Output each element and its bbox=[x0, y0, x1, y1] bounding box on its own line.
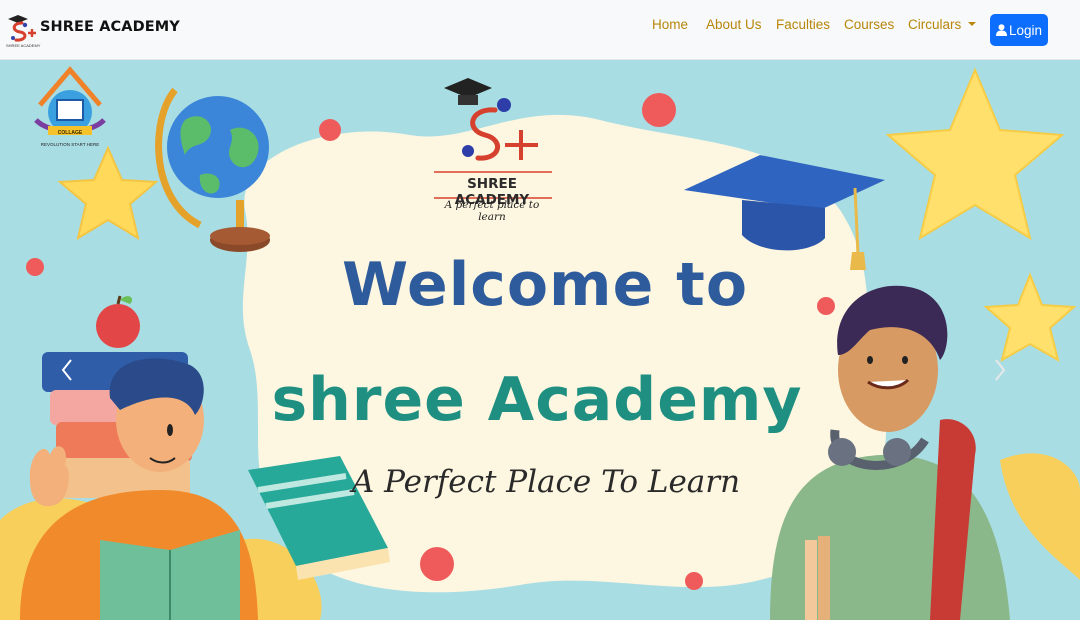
login-button[interactable]: Login bbox=[990, 14, 1048, 46]
collage-badge bbox=[34, 66, 106, 135]
chevron-right-icon bbox=[995, 359, 1006, 381]
boy-reading-illustration bbox=[20, 295, 258, 620]
nav-home[interactable]: Home bbox=[652, 17, 688, 32]
hero-illustration bbox=[0, 66, 1080, 620]
hero-tagline: A Perfect Place To Learn bbox=[351, 464, 741, 500]
nav-circulars[interactable]: Circulars bbox=[908, 17, 977, 32]
nav-circulars-label: Circulars bbox=[908, 17, 962, 32]
carousel-next-button[interactable] bbox=[988, 350, 1012, 390]
brand-small-text: SHREE ACADEMY bbox=[6, 43, 41, 48]
user-icon bbox=[995, 24, 1007, 36]
red-bubble bbox=[642, 93, 676, 127]
brand-logo: SHREE ACADEMY bbox=[4, 9, 40, 51]
hero-title-line-1: Welcome to bbox=[341, 250, 749, 320]
badge-label: COLLAGE bbox=[57, 130, 83, 136]
nav-about-us[interactable]: About Us bbox=[706, 17, 762, 32]
hero-title-line-2: shree Academy bbox=[271, 365, 803, 435]
carousel-prev-button[interactable] bbox=[55, 350, 79, 390]
badge-subtitle: REVOLUTION START HERE bbox=[40, 142, 100, 147]
brand-name: SHREE ACADEMY bbox=[40, 19, 180, 35]
star-icon bbox=[885, 67, 1065, 241]
star-icon bbox=[57, 145, 159, 241]
hero-banner: SHREE ACADEMY A perfect place to learn C… bbox=[0, 60, 1080, 620]
nav-faculties[interactable]: Faculties bbox=[776, 17, 830, 32]
chevron-left-icon bbox=[61, 359, 72, 381]
caret-down-icon bbox=[968, 22, 977, 26]
navbar: SHREE ACADEMY SHREE ACADEMY Home About U… bbox=[0, 0, 1080, 60]
brand[interactable]: SHREE ACADEMY SHREE ACADEMY bbox=[4, 9, 180, 51]
red-bubble bbox=[319, 119, 341, 141]
center-logo-tagline: A perfect place to learn bbox=[444, 199, 540, 223]
red-bubble bbox=[420, 547, 454, 581]
red-bubble bbox=[685, 572, 703, 590]
login-label: Login bbox=[1008, 22, 1043, 38]
nav-courses[interactable]: Courses bbox=[844, 17, 894, 32]
